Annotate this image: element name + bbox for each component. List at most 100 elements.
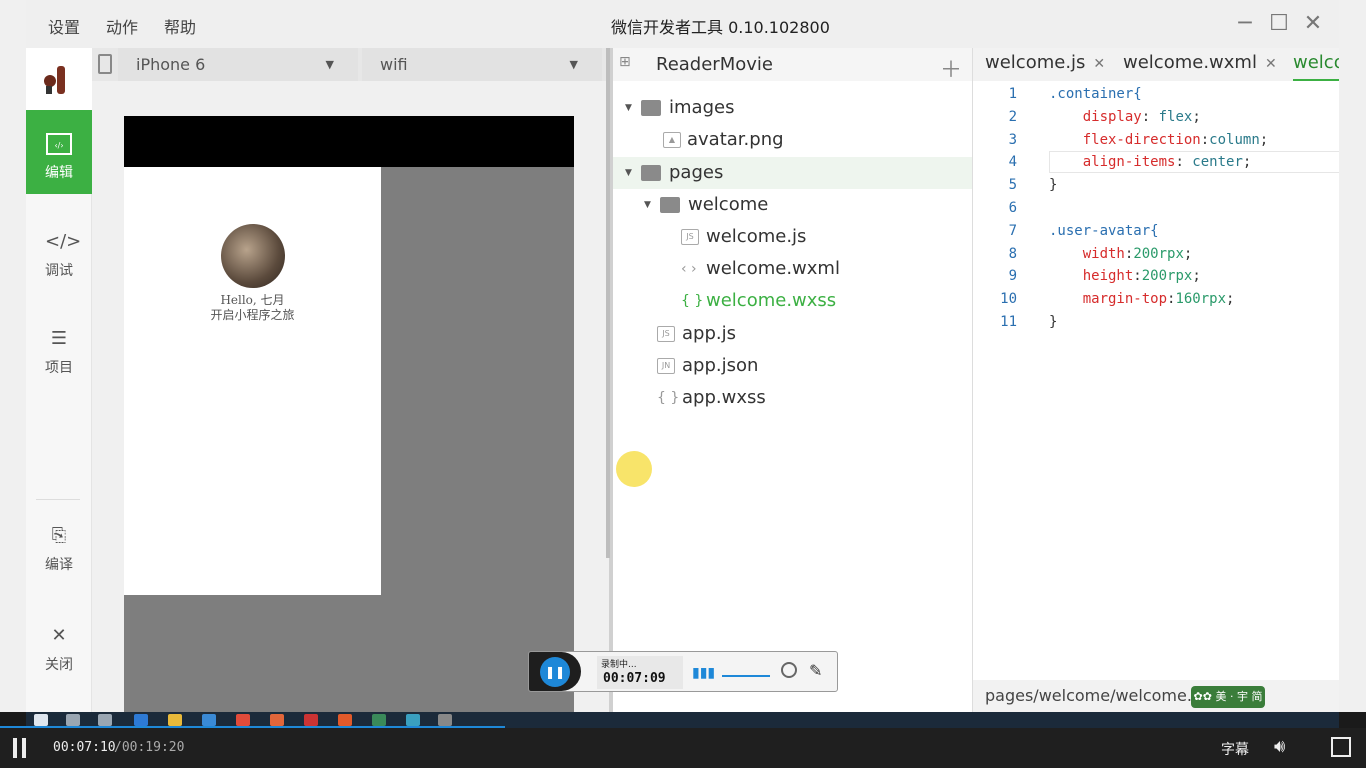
- tree-row-app-json[interactable]: JN app.json: [613, 350, 972, 382]
- tree-row-welcome-wxss[interactable]: { } welcome.wxss: [613, 285, 972, 317]
- simulator-panel: iPhone 6 ▼ wifi ▼ Hello, 七月 开启小程序之旅: [92, 48, 609, 712]
- folder-icon: [660, 197, 680, 213]
- screen-recording: 设置 动作 帮助 微信开发者工具 0.10.102800 ─ ☐ ✕ ‹/› 编: [0, 0, 1366, 768]
- app-icon[interactable]: [372, 714, 386, 726]
- tree-row-welcome-wxml[interactable]: ‹ › welcome.wxml: [613, 253, 972, 285]
- code-line: }: [1049, 314, 1058, 330]
- line-number: 9: [1008, 268, 1017, 285]
- code-editor-icon: ‹/›: [45, 132, 73, 156]
- network-select-value: wifi: [380, 55, 408, 74]
- greeting-line-2: 开启小程序之旅: [210, 308, 295, 322]
- json-file-icon: JN: [657, 358, 675, 374]
- task-view-icon[interactable]: [98, 714, 112, 726]
- menu-actions[interactable]: 动作: [106, 14, 138, 38]
- user-avatar-logo: [26, 48, 92, 110]
- app-icon[interactable]: [406, 714, 420, 726]
- user-avatar[interactable]: [221, 224, 285, 288]
- volume-slider[interactable]: [722, 675, 770, 677]
- pause-icon[interactable]: [13, 738, 27, 758]
- tree-row-label: images: [669, 97, 735, 118]
- watermark-logo: ✿✿ 美 · 宇 简: [1191, 686, 1265, 708]
- tab-welcome-js[interactable]: welcome.js ✕: [985, 48, 1105, 81]
- maximize-icon[interactable]: ☐: [1266, 12, 1292, 36]
- tree-row-app-wxss[interactable]: { } app.wxss: [613, 382, 972, 414]
- tree-row-app-js[interactable]: JS app.js: [613, 318, 972, 350]
- line-number: 8: [1008, 245, 1017, 262]
- debug-brackets-icon: </>: [45, 231, 82, 252]
- line-number: 1: [1008, 86, 1017, 102]
- window-close-icon[interactable]: ✕: [1300, 12, 1326, 36]
- file-tree: ⊞ ReaderMovie ＋ ▼ images ▲ avatar.png ▼ …: [613, 48, 972, 712]
- code-editor: welcome.js ✕ welcome.wxml ✕ welco 1 .contai…: [972, 48, 1339, 712]
- nav-project[interactable]: ☰ 项目: [26, 305, 92, 389]
- tree-row-welcome-js[interactable]: JS welcome.js: [613, 221, 972, 253]
- chevron-down-icon: ▼: [325, 58, 334, 71]
- title-bar: 设置 动作 帮助 微信开发者工具 0.10.102800 ─ ☐ ✕: [26, 0, 1339, 48]
- app-icon[interactable]: [270, 714, 284, 726]
- simulator-toolbar: iPhone 6 ▼ wifi ▼: [92, 48, 609, 81]
- folder-icon[interactable]: [168, 714, 182, 726]
- style-file-icon: { }: [657, 390, 680, 406]
- nav-compile[interactable]: ⎘ 编译: [26, 502, 92, 586]
- tree-row-pages[interactable]: ▼ pages: [613, 157, 972, 189]
- nav-close[interactable]: ✕ 关闭: [26, 602, 92, 686]
- tree-row-images[interactable]: ▼ images: [613, 92, 972, 124]
- search-icon[interactable]: [66, 714, 80, 726]
- tab-close-icon[interactable]: ✕: [1265, 56, 1277, 72]
- recorder-pause-button[interactable]: ❚❚: [540, 657, 570, 687]
- splitter-scrollbar[interactable]: [606, 48, 610, 558]
- menu-settings[interactable]: 设置: [48, 14, 80, 38]
- svg-text:‹/›: ‹/›: [54, 141, 63, 150]
- edge-browser-icon[interactable]: [134, 714, 148, 726]
- add-file-icon[interactable]: ＋: [940, 52, 962, 84]
- network-select[interactable]: wifi ▼: [362, 48, 602, 81]
- subtitles-button[interactable]: 字幕: [1221, 739, 1249, 759]
- tree-row-avatar[interactable]: ▲ avatar.png: [613, 124, 972, 156]
- chevron-down-icon: ▼: [569, 58, 578, 71]
- folder-icon: [641, 165, 661, 181]
- tab-close-icon[interactable]: ✕: [1093, 56, 1105, 72]
- tree-row-label: app.js: [682, 323, 736, 344]
- nav-divider: [36, 499, 80, 500]
- chrome-icon[interactable]: [236, 714, 250, 726]
- project-name: ReaderMovie: [656, 54, 773, 75]
- tree-row-label: welcome.wxml: [706, 258, 840, 279]
- webcam-icon[interactable]: [781, 662, 797, 678]
- code-line: margin-top:160rpx;: [1082, 291, 1235, 308]
- line-number: 2: [1008, 108, 1017, 125]
- minimize-icon[interactable]: ─: [1232, 12, 1258, 36]
- line-number: 3: [1008, 131, 1017, 148]
- app-icon[interactable]: [438, 714, 452, 726]
- left-edge: [0, 0, 26, 712]
- device-select[interactable]: iPhone 6 ▼: [118, 48, 358, 81]
- nav-debug-label: 调试: [45, 263, 73, 279]
- app-icon[interactable]: [338, 714, 352, 726]
- code-line: width:200rpx;: [1082, 245, 1193, 262]
- nav-edit[interactable]: ‹/› 编辑: [26, 110, 92, 194]
- start-icon[interactable]: [34, 714, 48, 726]
- app-icon[interactable]: [304, 714, 318, 726]
- pen-icon[interactable]: ✎: [809, 661, 822, 680]
- tree-row-welcome[interactable]: ▼ welcome: [613, 189, 972, 221]
- devtools-window: 设置 动作 帮助 微信开发者工具 0.10.102800 ─ ☐ ✕ ‹/› 编: [26, 0, 1339, 712]
- code-line: }: [1049, 177, 1058, 194]
- image-file-icon: ▲: [663, 132, 681, 148]
- screen-recorder-widget: ❚❚ 录制中... 00:07:09 ▮▮▮ ✎: [528, 651, 838, 692]
- phone-icon: [98, 54, 112, 74]
- left-nav: ‹/› 编辑 </> 调试 ☰ 项目 ⎘ 编译 ✕ 关闭: [26, 48, 92, 712]
- app-icon[interactable]: [202, 714, 216, 726]
- nav-compile-label: 编译: [45, 557, 73, 573]
- tab-welcome-wxml[interactable]: welcome.wxml ✕: [1123, 48, 1277, 81]
- device-select-value: iPhone 6: [136, 55, 206, 74]
- tab-welcome-wxss[interactable]: welco: [1293, 48, 1339, 81]
- volume-icon[interactable]: 🔊︎: [1274, 736, 1285, 757]
- fullscreen-exit-icon[interactable]: [1331, 737, 1351, 757]
- nav-debug[interactable]: </> 调试: [26, 208, 92, 292]
- tree-row-label: welcome: [688, 194, 769, 215]
- markup-file-icon: ‹ ›: [681, 261, 697, 277]
- line-number: 4: [1008, 154, 1017, 171]
- editor-status-path: pages/welcome/welcome.wxss: [973, 680, 1339, 712]
- caret-down-icon: ▼: [625, 103, 632, 113]
- tab-label: welcome.js: [985, 52, 1086, 73]
- menu-help[interactable]: 帮助: [164, 14, 196, 38]
